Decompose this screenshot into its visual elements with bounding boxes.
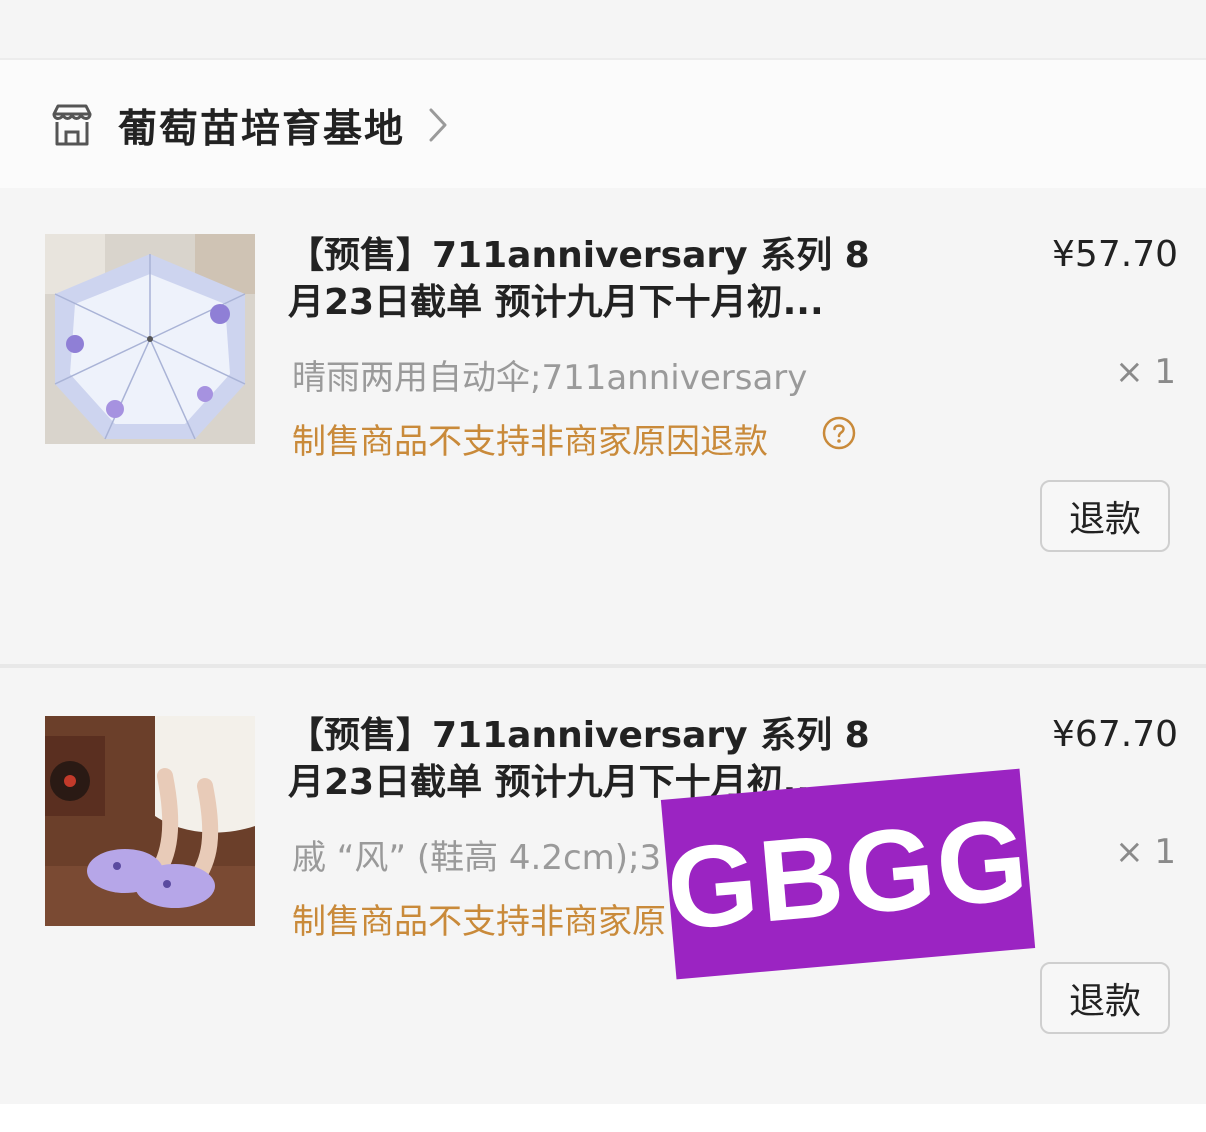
product-spec: 戚 “风” (鞋高 4.2cm);3: [292, 838, 662, 878]
clog-shoes-product-image[interactable]: [45, 716, 255, 926]
product-price: ¥67.70: [1052, 714, 1178, 755]
top-gap: [0, 0, 1206, 30]
umbrella-product-image[interactable]: [45, 234, 255, 444]
bottom-strip: [0, 1104, 1206, 1132]
watermark-text: GBGG: [661, 793, 1035, 955]
product-quantity: × 1: [1115, 832, 1176, 872]
order-item[interactable]: 【预售】711anniversary 系列 8月23日截单 预计九月下十月初..…: [0, 188, 1206, 664]
question-circle-icon[interactable]: [822, 416, 856, 450]
shop-header[interactable]: 葡萄苗培育基地: [0, 58, 1206, 190]
refund-policy-notice: 制售商品不支持非商家原因退款: [292, 422, 768, 462]
refund-policy-notice: 制售商品不支持非商家原: [292, 902, 666, 942]
product-spec: 晴雨两用自动伞;711anniversary: [292, 358, 808, 398]
store-icon: [52, 104, 92, 146]
product-title[interactable]: 【预售】711anniversary 系列 8月23日截单 预计九月下十月初..…: [288, 232, 888, 326]
refund-button[interactable]: 退款: [1040, 962, 1170, 1034]
shop-name[interactable]: 葡萄苗培育基地: [118, 98, 405, 154]
product-price: ¥57.70: [1052, 234, 1178, 275]
watermark-sticker: GBGG: [660, 768, 1036, 980]
chevron-right-icon[interactable]: [426, 106, 450, 144]
product-quantity: × 1: [1115, 352, 1176, 392]
refund-button[interactable]: 退款: [1040, 480, 1170, 552]
